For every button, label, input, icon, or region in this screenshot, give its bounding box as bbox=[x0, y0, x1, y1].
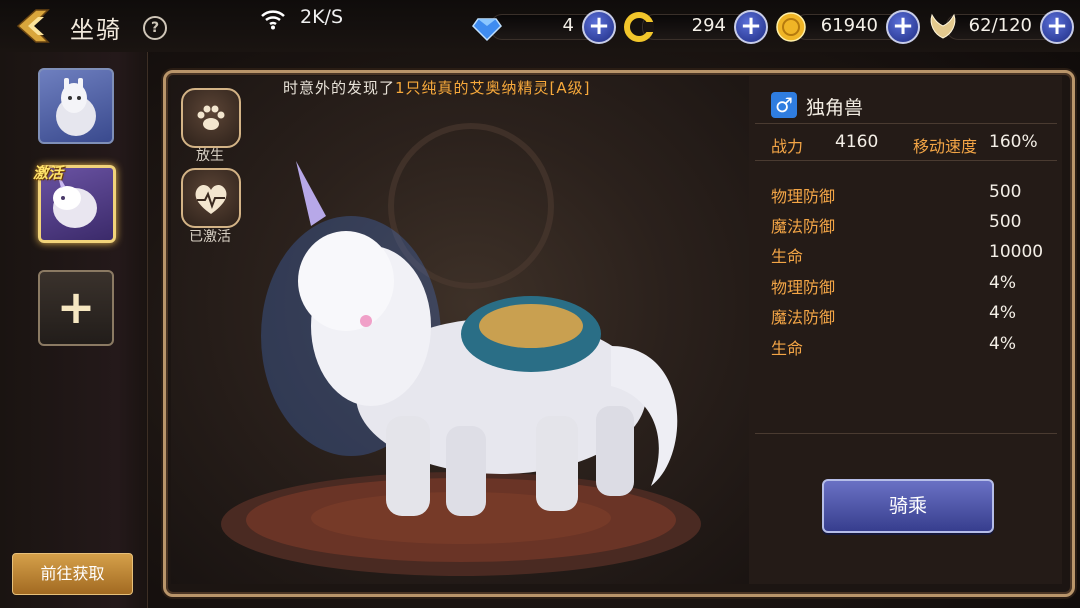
wifi-icon bbox=[261, 10, 285, 30]
speed-label: 移动速度 bbox=[913, 137, 978, 156]
add-gold-coin-button[interactable]: + bbox=[886, 10, 920, 44]
speed-value: 160% bbox=[989, 132, 1038, 152]
alpaca-portrait-icon bbox=[56, 78, 96, 136]
gold-coin-count: 61940 bbox=[820, 15, 878, 36]
stat-value: 4% bbox=[989, 334, 1016, 354]
release-label: 放生 bbox=[196, 148, 224, 164]
diamond-count: 4 bbox=[562, 15, 574, 36]
activated-label: 已激活 bbox=[189, 229, 231, 245]
stat-label: 生命 bbox=[771, 247, 804, 266]
stat-value: 4% bbox=[989, 303, 1016, 323]
stat-value: 500 bbox=[989, 182, 1022, 202]
mount-name: 独角兽 bbox=[806, 97, 864, 119]
stat-label: 物理防御 bbox=[771, 187, 836, 206]
add-mount-slot[interactable]: + bbox=[38, 270, 114, 346]
goto-obtain-button[interactable]: 前往获取 bbox=[12, 553, 133, 595]
gold-coin-icon bbox=[776, 12, 806, 42]
paw-icon bbox=[197, 105, 225, 130]
stat-value: 10000 bbox=[989, 242, 1044, 262]
back-arrow-icon[interactable] bbox=[14, 8, 52, 44]
gold-ticket-count: 294 bbox=[691, 15, 726, 36]
resource-gold-ticket: 294 + bbox=[622, 10, 768, 44]
add-stamina-button[interactable]: + bbox=[1040, 10, 1074, 44]
stat-label: 魔法防御 bbox=[771, 308, 836, 327]
page-title: 坐骑 bbox=[70, 16, 122, 44]
male-icon: ♂ bbox=[771, 92, 797, 118]
divider bbox=[755, 433, 1057, 434]
stat-label: 魔法防御 bbox=[771, 217, 836, 236]
stat-value: 4% bbox=[989, 273, 1016, 293]
event-notice: 时意外的发现了1只纯真的艾奥纳精灵[A级] bbox=[283, 79, 591, 97]
power-value: 4160 bbox=[835, 132, 879, 152]
stat-label: 生命 bbox=[771, 339, 804, 358]
power-label: 战力 bbox=[771, 137, 804, 156]
divider bbox=[755, 160, 1057, 161]
gold-ticket-icon bbox=[624, 12, 654, 42]
resource-stamina: 62/120 + bbox=[926, 10, 1074, 44]
add-gold-ticket-button[interactable]: + bbox=[734, 10, 768, 44]
stat-value: 500 bbox=[989, 212, 1022, 232]
stamina-count: 62/120 bbox=[968, 15, 1032, 36]
stat-label: 物理防御 bbox=[771, 278, 836, 297]
wing-icon bbox=[930, 13, 956, 39]
divider bbox=[755, 123, 1057, 124]
resource-diamond: 4 + bbox=[470, 10, 616, 44]
release-button[interactable] bbox=[181, 88, 241, 148]
active-tag: 激活 bbox=[33, 164, 64, 182]
plus-icon: + bbox=[56, 280, 96, 334]
diamond-icon bbox=[472, 18, 502, 42]
network-speed: 2K/S bbox=[300, 6, 344, 28]
activated-button[interactable] bbox=[181, 168, 241, 228]
ride-button[interactable]: 骑乘 bbox=[822, 479, 994, 533]
mount-slot-alpaca[interactable] bbox=[38, 68, 114, 144]
add-diamond-button[interactable]: + bbox=[582, 10, 616, 44]
help-button[interactable]: ? bbox=[143, 16, 167, 40]
resource-gold-coin: 61940 + bbox=[774, 10, 920, 44]
heartbeat-icon bbox=[195, 184, 227, 214]
unicorn-model-image bbox=[221, 123, 701, 576]
mount-preview-stage[interactable] bbox=[171, 76, 749, 584]
